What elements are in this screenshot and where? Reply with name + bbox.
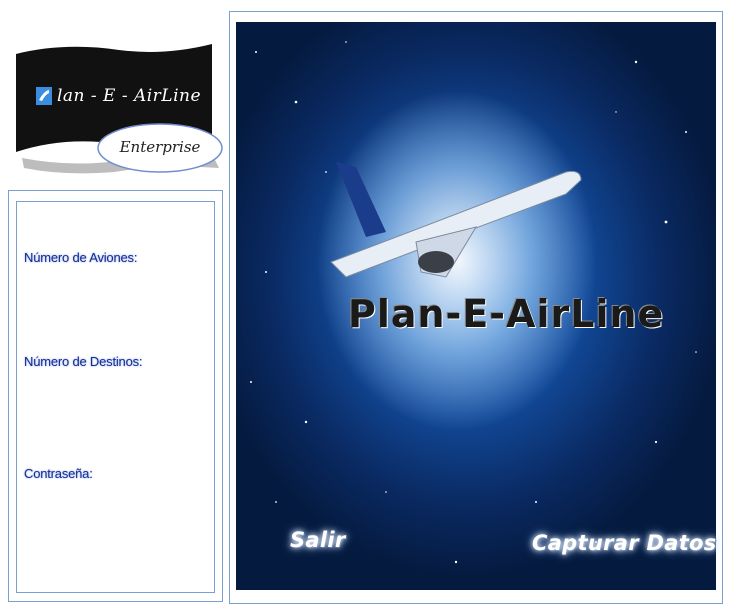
contrasena-label: Contraseña: <box>24 466 93 481</box>
destinos-label: Número de Destinos: <box>24 354 143 369</box>
salir-button[interactable]: Salir <box>290 528 346 552</box>
app-logo: lan - E - AirLine Enterprise <box>14 40 226 180</box>
brand-logo-text: Plan-E-AirLine <box>348 292 665 336</box>
logo-title: lan - E - AirLine <box>56 86 202 106</box>
airplane-graphic <box>330 162 582 278</box>
capturar-datos-button[interactable]: Capturar Datos <box>532 531 717 555</box>
logo-subtitle: Enterprise <box>119 138 201 156</box>
logo-banner <box>16 44 223 174</box>
aviones-label: Número de Aviones: <box>24 250 138 265</box>
hero-space-image: Plan-E-AirLine <box>236 22 716 590</box>
